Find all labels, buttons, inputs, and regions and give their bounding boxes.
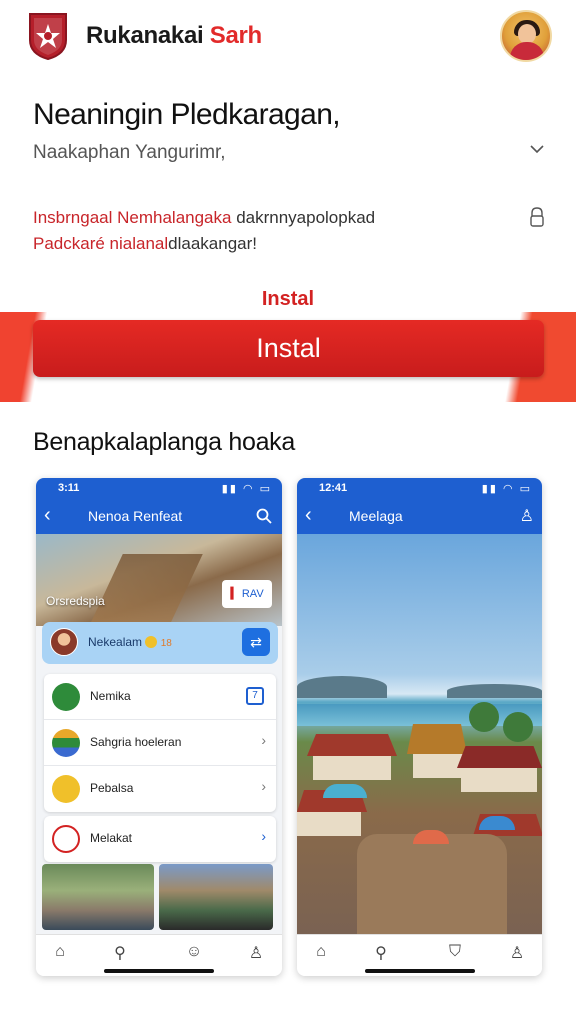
hero-label: Orsredspia bbox=[46, 594, 105, 608]
list-item-label: Nemika bbox=[90, 689, 131, 703]
pizza-icon bbox=[52, 775, 80, 803]
install-button[interactable]: Instal bbox=[33, 320, 544, 377]
brand-name-part1: Rukanakai bbox=[86, 22, 210, 49]
list-item[interactable]: Nemika 7 bbox=[44, 674, 276, 720]
description-line2-dark: dlaakangar! bbox=[168, 234, 257, 253]
tools-icon bbox=[52, 825, 80, 853]
smiley-icon[interactable]: ☺ bbox=[182, 943, 206, 965]
house-wall bbox=[313, 756, 391, 780]
profile-icon[interactable]: ♙ bbox=[505, 943, 529, 965]
app-header: Rukanakai Sarh bbox=[0, 0, 576, 76]
photo-thumbnail[interactable] bbox=[159, 864, 273, 930]
back-arrow-icon[interactable]: ‹ bbox=[44, 504, 51, 527]
house-roof bbox=[407, 724, 467, 754]
island-shape bbox=[297, 676, 387, 698]
palm-tree bbox=[503, 712, 533, 742]
list-item-label: Melakat bbox=[90, 831, 133, 845]
house-wall bbox=[297, 812, 361, 836]
highlight-card[interactable]: Nekealam 18 ⇄ bbox=[42, 622, 278, 664]
search-icon[interactable] bbox=[256, 508, 272, 524]
house-roof bbox=[307, 734, 397, 756]
user-avatar[interactable] bbox=[500, 10, 552, 62]
list-item[interactable]: Melakat › bbox=[44, 816, 276, 862]
screen-title: Nenoa Renfeat bbox=[88, 508, 183, 524]
market-umbrella bbox=[413, 830, 449, 844]
bottom-tab-bar: ⌂ ⚲ ⛉ ♙ bbox=[297, 934, 542, 976]
highlight-avatar bbox=[50, 628, 78, 656]
app-bar: ‹ Meelaga ♙ bbox=[297, 498, 542, 534]
page-subtitle: Naakaphan Yangurimr, bbox=[33, 142, 226, 163]
status-icons: ▮▮ ◠ ▭ bbox=[481, 483, 532, 495]
screenshot-phone-1[interactable]: 3:11 ▮▮ ◠ ▭ ‹ Nenoa Renfeat Orsredspia ▍… bbox=[36, 478, 282, 976]
village-beach-photo bbox=[297, 534, 542, 934]
hero-rail bbox=[89, 554, 203, 626]
chevron-right-icon: › bbox=[261, 778, 266, 794]
status-time: 12:41 bbox=[319, 482, 348, 494]
status-bar: 12:41 ▮▮ ◠ ▭ bbox=[297, 478, 542, 498]
brand-name: Rukanakai Sarh bbox=[86, 22, 262, 50]
avatar-body bbox=[510, 42, 544, 60]
home-indicator bbox=[104, 969, 214, 973]
lock-icon bbox=[530, 207, 544, 227]
island-shape bbox=[447, 684, 542, 698]
home-icon[interactable]: ⌂ bbox=[309, 943, 333, 965]
hero-badge[interactable]: ▍ RAV bbox=[222, 580, 272, 608]
search-tab-icon[interactable]: ⚲ bbox=[369, 943, 393, 965]
flag-icon bbox=[52, 729, 80, 757]
screenshot-phone-2[interactable]: 12:41 ▮▮ ◠ ▭ ‹ Meelaga ♙ ⌂ ⚲ ⛉ ♙ bbox=[297, 478, 542, 976]
shield-icon[interactable]: ⛉ bbox=[443, 943, 467, 965]
highlight-badge: 18 bbox=[160, 638, 172, 649]
chevron-right-icon: › bbox=[261, 732, 266, 748]
market-umbrella bbox=[479, 816, 515, 830]
status-time: 3:11 bbox=[58, 482, 80, 494]
status-bar: 3:11 ▮▮ ◠ ▭ bbox=[36, 478, 282, 498]
page-title: Neaningin Pledkaragan, bbox=[33, 98, 341, 131]
avatar-face bbox=[518, 24, 536, 44]
village-ground bbox=[357, 834, 507, 934]
photo-thumbnail[interactable] bbox=[42, 864, 154, 930]
home-icon[interactable]: ⌂ bbox=[48, 943, 72, 965]
highlight-label: Nekealam bbox=[88, 635, 143, 649]
market-umbrella bbox=[323, 784, 367, 798]
description-line1-red: Insbrngaal Nemhalangaka bbox=[33, 208, 232, 227]
brand-name-part2: Sarh bbox=[209, 22, 262, 49]
badge-mark-icon: ▍ bbox=[230, 588, 239, 600]
app-bar: ‹ Nenoa Renfeat bbox=[36, 498, 282, 534]
install-label: Instal bbox=[261, 288, 315, 310]
highlight-text: Nekealam 18 bbox=[88, 635, 172, 649]
list-item-label: Sahgria hoeleran bbox=[90, 735, 182, 749]
house-wall bbox=[461, 768, 537, 792]
house-wall bbox=[413, 754, 463, 778]
menu-list: Nemika 7 Sahgria hoeleran › Pebalsa › bbox=[44, 674, 276, 812]
palm-tree bbox=[469, 702, 499, 732]
mosque-icon bbox=[52, 683, 80, 711]
back-arrow-icon[interactable]: ‹ bbox=[305, 504, 312, 527]
calendar-icon[interactable]: 7 bbox=[246, 687, 264, 705]
coin-icon bbox=[145, 636, 158, 648]
chevron-right-icon: › bbox=[261, 828, 266, 844]
logo-emblem-icon bbox=[29, 13, 67, 60]
status-icons: ▮▮ ◠ ▭ bbox=[221, 483, 272, 495]
gallery-title: Benapkalaplanga hoaka bbox=[33, 428, 295, 456]
hero-badge-text: RAV bbox=[241, 588, 264, 600]
profile-icon[interactable]: ♙ bbox=[244, 943, 268, 965]
person-icon[interactable]: ♙ bbox=[520, 506, 534, 526]
list-item[interactable]: Sahgria hoeleran › bbox=[44, 720, 276, 766]
house-roof bbox=[457, 746, 542, 768]
home-indicator bbox=[364, 969, 475, 973]
chevron-down-icon[interactable] bbox=[528, 140, 546, 158]
bottom-tab-bar: ⌂ ⚲ ☺ ♙ bbox=[36, 934, 282, 976]
share-button[interactable]: ⇄ bbox=[242, 628, 270, 656]
screen-title: Meelaga bbox=[349, 508, 403, 524]
description-line2-red: Padckaré nialanal bbox=[33, 234, 169, 253]
search-tab-icon[interactable]: ⚲ bbox=[108, 943, 132, 965]
list-item[interactable]: Pebalsa › bbox=[44, 766, 276, 812]
description-line1-dark: dakrnnyapolopkad bbox=[231, 208, 376, 227]
list-item-label: Pebalsa bbox=[90, 781, 134, 795]
app-description: Insbrngaal Nemhalangaka dakrnnyapolopkad… bbox=[33, 205, 503, 257]
